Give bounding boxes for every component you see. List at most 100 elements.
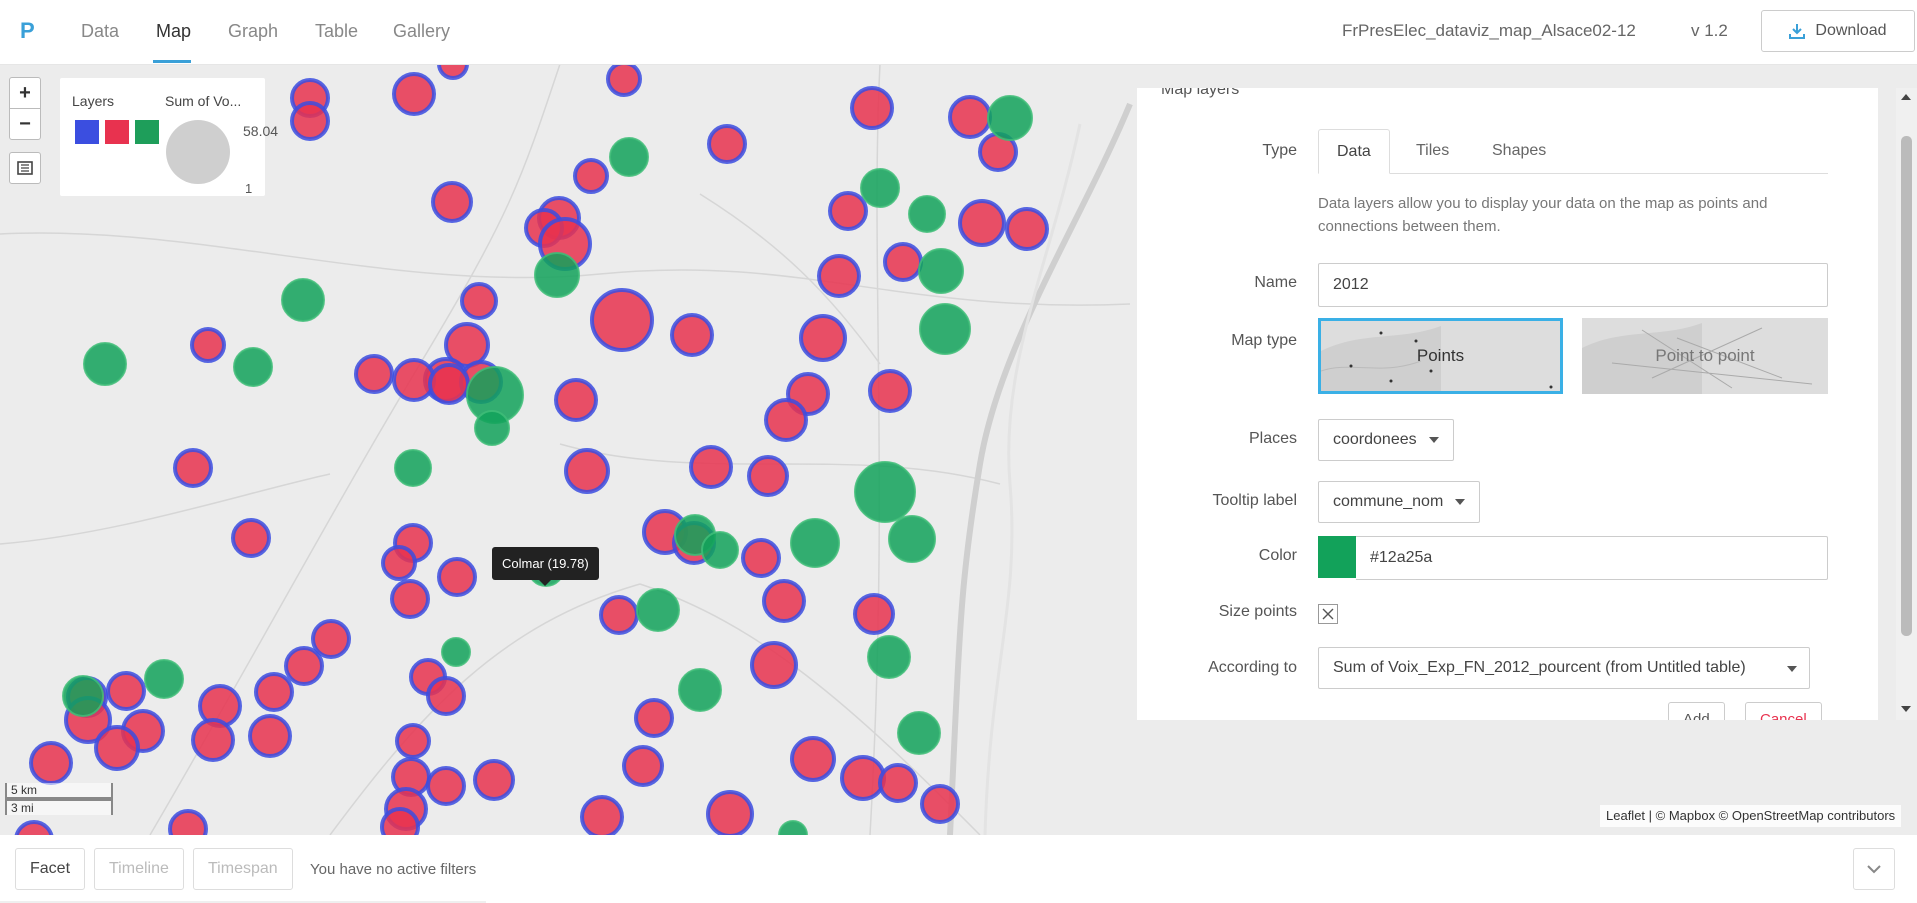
map-marker[interactable] (580, 795, 624, 835)
map-marker[interactable] (14, 820, 54, 835)
map-marker[interactable] (441, 637, 471, 667)
type-tab-data[interactable]: Data (1318, 129, 1390, 174)
map-marker[interactable] (394, 449, 432, 487)
map-attribution[interactable]: Leaflet | © Mapbox © OpenStreetMap contr… (1600, 805, 1902, 827)
map-marker[interactable] (670, 313, 714, 357)
map-marker[interactable] (987, 95, 1033, 141)
fit-bounds-button[interactable] (9, 152, 41, 184)
map-marker[interactable] (428, 363, 470, 405)
legend-swatch-red[interactable] (105, 120, 129, 144)
map-marker[interactable] (920, 784, 960, 824)
map-marker[interactable] (606, 64, 642, 97)
map-marker[interactable] (390, 579, 430, 619)
map-marker[interactable] (190, 327, 226, 363)
map-marker[interactable] (473, 759, 515, 801)
map-marker[interactable] (254, 672, 294, 712)
map-marker[interactable] (799, 314, 847, 362)
map-marker[interactable] (853, 593, 895, 635)
map-marker[interactable] (392, 72, 436, 116)
map-marker[interactable] (248, 714, 292, 758)
map-marker[interactable] (609, 137, 649, 177)
color-hex-input[interactable]: #12a25a (1356, 536, 1828, 580)
map-marker[interactable] (636, 588, 680, 632)
map-marker[interactable] (918, 248, 964, 294)
map-marker[interactable] (840, 755, 886, 801)
collapse-filters-button[interactable] (1853, 848, 1895, 890)
map-marker[interactable] (380, 807, 420, 835)
legend-swatch-green[interactable] (135, 120, 159, 144)
map-marker[interactable] (747, 455, 789, 497)
map-marker[interactable] (689, 445, 733, 489)
tab-graph[interactable]: Graph (228, 21, 278, 42)
map-type-points[interactable]: Points (1318, 318, 1563, 394)
map-marker[interactable] (354, 354, 394, 394)
map-marker[interactable] (1005, 207, 1049, 251)
map-marker[interactable] (867, 635, 911, 679)
map-marker[interactable] (850, 86, 894, 130)
zoom-out-button[interactable]: − (9, 108, 41, 140)
map-marker[interactable] (290, 101, 330, 141)
map-marker[interactable] (173, 448, 213, 488)
map-marker[interactable] (426, 766, 466, 806)
cancel-button[interactable]: Cancel (1745, 702, 1822, 720)
map-marker[interactable] (817, 254, 861, 298)
map-marker[interactable] (395, 723, 431, 759)
map-marker[interactable] (908, 195, 946, 233)
map-marker[interactable] (790, 736, 836, 782)
map-marker[interactable] (599, 595, 639, 635)
scroll-down-icon[interactable] (1901, 706, 1911, 712)
map-marker[interactable] (534, 252, 580, 298)
map-marker[interactable] (474, 410, 510, 446)
map-marker[interactable] (29, 741, 73, 785)
map-marker[interactable] (868, 369, 912, 413)
map-marker[interactable] (144, 659, 184, 699)
map-marker[interactable] (94, 725, 140, 771)
map-marker[interactable] (426, 676, 466, 716)
map-type-point-to-point[interactable]: Point to point (1582, 318, 1828, 394)
tab-map[interactable]: Map (156, 21, 191, 42)
map-marker[interactable] (888, 515, 936, 563)
map-marker[interactable] (564, 448, 610, 494)
map-marker[interactable] (919, 303, 971, 355)
map-marker[interactable] (828, 191, 868, 231)
map-marker[interactable] (883, 242, 923, 282)
map-marker[interactable] (878, 763, 918, 803)
map-marker[interactable] (778, 820, 808, 835)
map-marker[interactable] (281, 278, 325, 322)
map-marker[interactable] (168, 809, 208, 835)
map-marker[interactable] (590, 288, 654, 352)
timeline-button[interactable]: Timeline (94, 848, 184, 890)
map-marker[interactable] (860, 168, 900, 208)
color-swatch[interactable] (1318, 536, 1356, 578)
map-marker[interactable] (706, 790, 754, 835)
type-tab-shapes[interactable]: Shapes (1474, 129, 1564, 173)
map-marker[interactable] (948, 95, 992, 139)
tab-gallery[interactable]: Gallery (393, 21, 450, 42)
download-button[interactable]: Download (1761, 10, 1915, 52)
according-to-select[interactable]: Sum of Voix_Exp_FN_2012_pourcent (from U… (1318, 647, 1810, 689)
map-marker[interactable] (897, 711, 941, 755)
size-points-checkbox[interactable] (1318, 604, 1338, 624)
map-marker[interactable] (460, 282, 498, 320)
places-select[interactable]: coordonees (1318, 419, 1454, 461)
map-marker[interactable] (573, 158, 609, 194)
map-marker[interactable] (958, 199, 1006, 247)
layer-name-input[interactable]: 2012 (1318, 263, 1828, 307)
scroll-up-icon[interactable] (1901, 94, 1911, 100)
type-tab-tiles[interactable]: Tiles (1398, 129, 1467, 173)
map-marker[interactable] (231, 518, 271, 558)
map-marker[interactable] (750, 641, 798, 689)
facet-button[interactable]: Facet (15, 848, 86, 890)
tooltip-label-select[interactable]: commune_nom (1318, 481, 1481, 523)
map-marker[interactable] (437, 64, 469, 80)
map-marker[interactable] (622, 745, 664, 787)
app-logo[interactable]: P (20, 18, 35, 44)
map-marker[interactable] (233, 347, 273, 387)
map-marker[interactable] (764, 398, 808, 442)
map-marker[interactable] (762, 579, 806, 623)
map-marker[interactable] (741, 538, 781, 578)
map-marker[interactable] (311, 619, 351, 659)
map-marker[interactable] (678, 668, 722, 712)
map-marker[interactable] (554, 378, 598, 422)
map-marker[interactable] (701, 531, 739, 569)
